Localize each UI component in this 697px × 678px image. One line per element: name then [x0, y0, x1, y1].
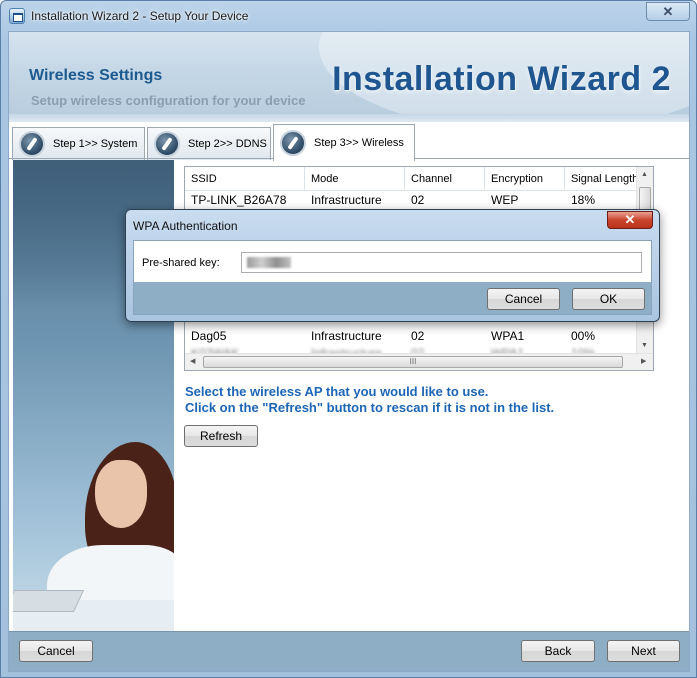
tab-label: Step 2>> DDNS	[188, 138, 267, 150]
dialog-title: WPA Authentication	[133, 219, 238, 233]
footer-bar: Cancel Back Next	[9, 631, 689, 671]
back-button[interactable]: Back	[521, 640, 595, 662]
column-encryption[interactable]: Encryption	[485, 167, 565, 191]
scroll-thumb[interactable]: III	[203, 356, 623, 368]
table-row[interactable]: TP-LINK_B26A78 Infrastructure 02 WEP 18%	[185, 192, 653, 209]
ap-list-horizontal-scrollbar[interactable]: ◀ III ▶	[185, 353, 653, 370]
scroll-down-arrow-icon[interactable]: ▼	[641, 342, 648, 349]
instructions: Select the wireless AP that you would li…	[185, 384, 554, 416]
brand-logo-text: Installation Wizard 2	[332, 60, 671, 98]
cancel-button[interactable]: Cancel	[19, 640, 93, 662]
instruction-line-2: Click on the "Refresh" button to rescan …	[185, 400, 555, 415]
dialog-body: Pre-shared key: Cancel OK	[133, 240, 652, 315]
dialog-ok-button[interactable]: OK	[572, 288, 645, 310]
cell-encryption: WEP	[491, 193, 519, 207]
cell-channel: 02	[411, 193, 425, 207]
dialog-cancel-button[interactable]: Cancel	[487, 288, 560, 310]
cell-mode: Infrastructure	[311, 329, 382, 343]
wrench-icon	[19, 131, 45, 157]
window-title: Installation Wizard 2 - Setup Your Devic…	[31, 9, 249, 23]
pre-shared-key-input[interactable]	[241, 252, 642, 273]
masked-key-value	[247, 257, 291, 268]
cell-ssid: TP-LINK_B26A78	[191, 193, 287, 207]
column-ssid[interactable]: SSID	[185, 167, 305, 191]
pre-shared-key-label: Pre-shared key:	[142, 257, 220, 269]
column-channel[interactable]: Channel	[405, 167, 485, 191]
wizard-window: Installation Wizard 2 - Setup Your Devic…	[0, 0, 697, 678]
page-subtitle: Setup wireless configuration for your de…	[31, 93, 306, 108]
wrench-icon	[280, 130, 306, 156]
scroll-left-arrow-icon[interactable]: ◀	[190, 357, 195, 365]
cell-mode: Infrastructure	[311, 193, 382, 207]
page-title: Wireless Settings	[29, 67, 163, 84]
title-bar[interactable]: Installation Wizard 2 - Setup Your Devic…	[1, 1, 696, 31]
tab-label: Step 1>> System	[53, 138, 138, 150]
window-close-button[interactable]: ✕	[646, 2, 690, 21]
wizard-client: Wireless Settings Setup wireless configu…	[8, 31, 690, 672]
cell-channel: 02	[411, 329, 425, 343]
next-button[interactable]: Next	[607, 640, 680, 662]
refresh-button[interactable]: Refresh	[184, 425, 258, 447]
cell-ssid: Dag05	[191, 329, 227, 343]
app-icon	[9, 8, 25, 24]
ap-list-header: SSID Mode Channel Encryption Signal Leng…	[185, 167, 653, 191]
scroll-up-arrow-icon[interactable]: ▲	[641, 171, 648, 178]
wpa-auth-dialog: WPA Authentication ✕ Pre-shared key: Can…	[125, 209, 660, 322]
step-tabs: Step 1>> System Step 2>> DDNS Step 3>> W…	[12, 124, 689, 161]
wrench-icon	[154, 131, 180, 157]
tab-wireless[interactable]: Step 3>> Wireless	[273, 124, 415, 161]
tab-ddns[interactable]: Step 2>> DDNS	[147, 127, 271, 160]
cell-encryption: WPA1	[491, 329, 525, 343]
header-banner: Wireless Settings Setup wireless configu…	[9, 32, 689, 122]
column-mode[interactable]: Mode	[305, 167, 405, 191]
scroll-right-arrow-icon[interactable]: ▶	[641, 357, 646, 365]
tab-system[interactable]: Step 1>> System	[12, 127, 145, 160]
tab-label: Step 3>> Wireless	[314, 137, 404, 149]
dialog-button-bar: Cancel OK	[134, 282, 651, 314]
dialog-close-button[interactable]: ✕	[607, 211, 653, 229]
table-row[interactable]: Dag05 Infrastructure 02 WPA1 00%	[185, 328, 653, 345]
instruction-line-1: Select the wireless AP that you would li…	[185, 384, 489, 399]
